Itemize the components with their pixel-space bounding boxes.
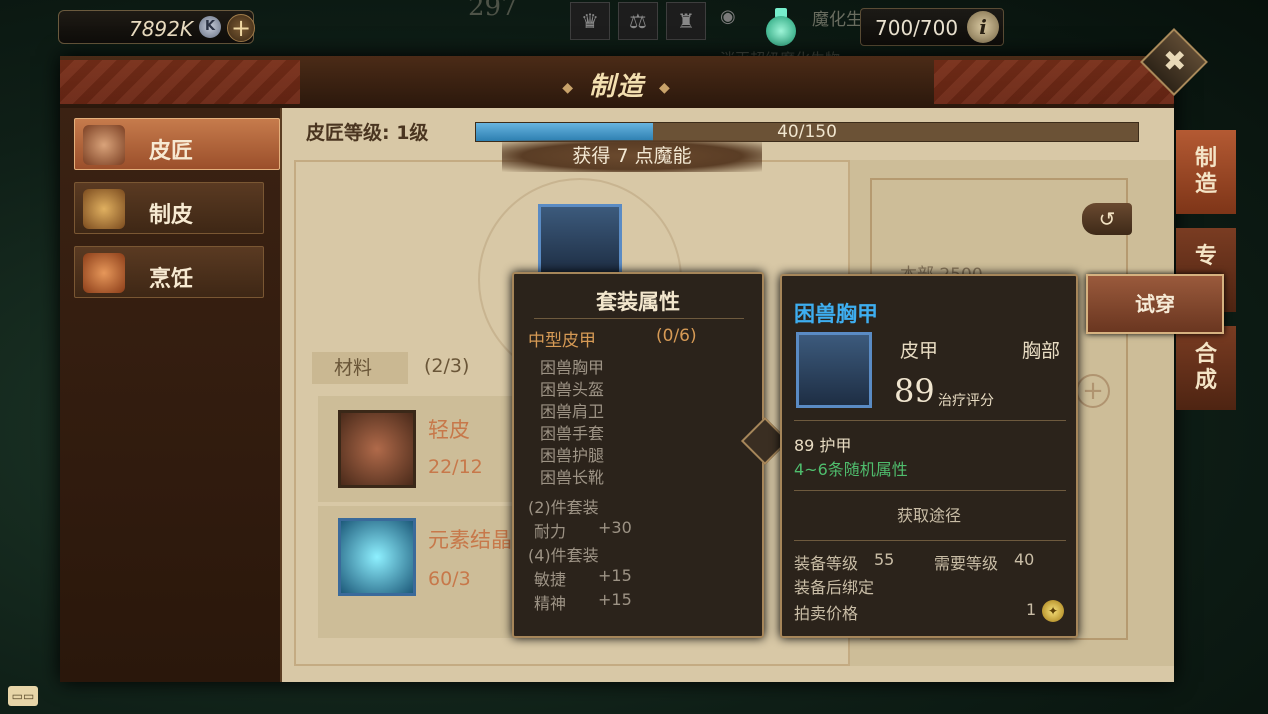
currency-display: 7892K K +	[58, 10, 255, 44]
item-random-attributes: 4~6条随机属性	[794, 460, 908, 479]
material-row[interactable]: 轻皮 22/12	[318, 396, 518, 502]
sidebar-item-cooking[interactable]: 烹饪	[74, 246, 264, 298]
k-coin-icon: K	[199, 16, 221, 38]
leather-scroll-icon	[83, 125, 125, 165]
material-quantity: 22/12	[428, 456, 483, 478]
tab-synthesis[interactable]: 合成	[1176, 326, 1236, 410]
divider	[794, 420, 1066, 421]
scales-icon[interactable]: ⚖	[618, 2, 658, 40]
roast-food-icon	[83, 253, 125, 293]
tab-craft[interactable]: 制造	[1176, 130, 1236, 214]
set-bonus-4-header: (4)件套装	[528, 546, 599, 565]
level-progress-bar: 40/150	[475, 122, 1139, 142]
set-bonus-stat: 精神	[534, 594, 567, 613]
info-icon[interactable]: i	[967, 11, 999, 43]
sidebar-item-label: 皮匠	[149, 139, 194, 164]
reward-text: 获得 7 点魔能	[502, 140, 762, 172]
gold-coin-icon: ✦	[1042, 600, 1064, 622]
crown-icon[interactable]: ♛	[570, 2, 610, 40]
set-piece: 困兽长靴	[540, 468, 605, 487]
tab-label: 制造	[1194, 146, 1217, 197]
divider	[794, 490, 1066, 491]
element-crystal-icon	[338, 518, 416, 596]
item-name: 困兽胸甲	[794, 302, 878, 326]
set-bonus-tooltip: 套装属性 中型皮甲 (0/6) 困兽胸甲 困兽头盔 困兽肩卫 困兽手套 困兽护腿…	[512, 272, 764, 638]
tooltip-header: 套装属性	[596, 290, 680, 314]
material-row[interactable]: 元素结晶 60/3	[318, 506, 518, 638]
material-name: 元素结晶	[428, 528, 512, 552]
currency-value: 7892K	[128, 17, 193, 41]
required-level-value: 40	[1014, 550, 1035, 569]
chat-icon[interactable]: ▭▭	[8, 686, 38, 706]
set-bonus-value: +15	[598, 590, 632, 609]
potion-icon	[764, 8, 798, 46]
materials-tab[interactable]: 材料	[312, 352, 408, 384]
material-name: 轻皮	[428, 418, 470, 442]
equip-level-label: 装备等级	[794, 554, 859, 573]
set-piece: 困兽肩卫	[540, 402, 605, 421]
item-tooltip: 困兽胸甲 皮甲 胸部 89 治疗评分 89 护甲 4~6条随机属性 获取途径 装…	[780, 274, 1078, 638]
set-bonus-stat: 耐力	[534, 522, 567, 541]
auction-price-label: 拍卖价格	[794, 604, 859, 623]
divider	[534, 318, 744, 319]
tab-label: 专	[1194, 244, 1217, 269]
title-bar: ◆ 制造 ◆	[60, 56, 1174, 110]
item-armor: 89 护甲	[794, 436, 852, 455]
item-type: 皮甲	[900, 340, 939, 362]
crafted-item-icon[interactable]	[538, 204, 622, 276]
background-number: 297	[468, 0, 518, 22]
add-quantity-button[interactable]: +	[1076, 374, 1110, 408]
energy-display: 700/700 i	[860, 8, 1004, 46]
equip-level-value: 55	[874, 550, 895, 569]
set-piece: 困兽手套	[540, 424, 605, 443]
required-level-label: 需要等级	[934, 554, 999, 573]
try-on-button[interactable]: 试穿	[1086, 274, 1224, 334]
back-button[interactable]: ↺	[1082, 203, 1132, 235]
set-piece: 困兽胸甲	[540, 358, 605, 377]
set-group-count: (0/6)	[656, 326, 697, 346]
chest-armor-icon	[796, 332, 872, 408]
set-piece: 困兽护腿	[540, 446, 605, 465]
auction-price-value: 1	[1026, 600, 1037, 619]
tab-label: 合成	[1194, 342, 1217, 393]
set-group-name: 中型皮甲	[528, 331, 596, 351]
eye-icon: ◉	[720, 6, 736, 27]
set-bonus-2-header: (2)件套装	[528, 498, 599, 517]
divider	[794, 540, 1066, 541]
leather-hide-icon	[83, 189, 125, 229]
close-icon: ✖	[1162, 44, 1187, 78]
item-score-label: 治疗评分	[938, 393, 994, 409]
item-score: 89	[894, 372, 935, 410]
profession-sidebar: 皮匠 制皮 烹饪	[60, 108, 282, 682]
light-leather-icon	[338, 410, 416, 488]
sidebar-item-label: 烹饪	[149, 267, 194, 292]
item-source-label[interactable]: 获取途径	[782, 502, 1076, 526]
item-slot: 胸部	[1022, 340, 1061, 362]
back-arrow-icon: ↺	[1098, 207, 1116, 231]
set-piece: 困兽头盔	[540, 380, 605, 399]
hud-icon-group: ♛ ⚖ ♜	[570, 2, 706, 40]
set-bonus-stat: 敏捷	[534, 570, 567, 589]
tower-icon[interactable]: ♜	[666, 2, 706, 40]
bind-on-equip-text: 装备后绑定	[794, 578, 875, 597]
add-currency-button[interactable]: +	[227, 14, 255, 42]
profession-level: 皮匠等级: 1级	[306, 122, 429, 144]
materials-count: (2/3)	[424, 355, 470, 377]
sidebar-item-leatherworking[interactable]: 皮匠	[74, 118, 280, 170]
sidebar-item-label: 制皮	[149, 203, 194, 228]
material-quantity: 60/3	[428, 568, 471, 590]
energy-value: 700/700	[875, 16, 959, 40]
set-bonus-value: +15	[598, 566, 632, 585]
progress-text: 40/150	[777, 122, 837, 142]
set-bonus-value: +30	[598, 518, 632, 537]
sidebar-item-tanning[interactable]: 制皮	[74, 182, 264, 234]
window-title: ◆ 制造 ◆	[562, 72, 672, 102]
